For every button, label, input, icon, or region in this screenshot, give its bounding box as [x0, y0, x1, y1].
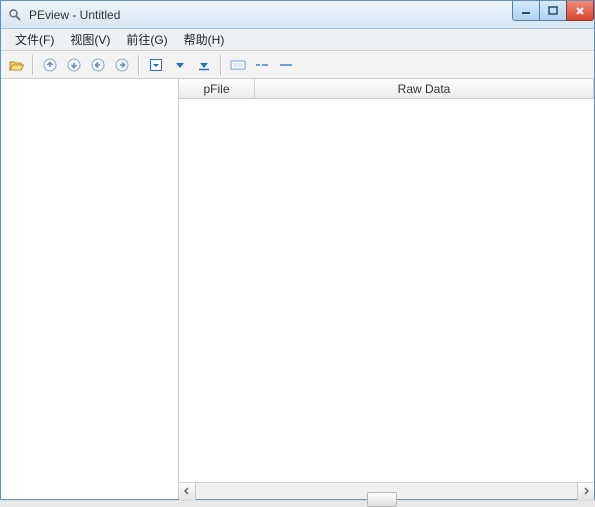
menu-help[interactable]: 帮助(H)	[176, 29, 233, 50]
expand-all-button[interactable]	[193, 54, 215, 76]
nav-back-button[interactable]	[87, 54, 109, 76]
view-bar-icon	[278, 59, 294, 71]
open-button[interactable]	[5, 54, 27, 76]
close-button[interactable]	[566, 1, 594, 21]
window-title: PEview - Untitled	[29, 8, 120, 22]
toolbar-separator	[220, 55, 222, 75]
arrow-down-line-icon	[197, 58, 211, 72]
toolbar	[1, 51, 594, 79]
nav-forward-button[interactable]	[111, 54, 133, 76]
arrow-right-icon	[115, 58, 129, 72]
column-headers: pFile Raw Data	[179, 79, 594, 99]
column-pfile[interactable]: pFile	[179, 79, 255, 98]
collapse-button[interactable]	[145, 54, 167, 76]
view-mode-1-button[interactable]	[227, 54, 249, 76]
horizontal-scrollbar[interactable]	[179, 482, 594, 499]
app-window: PEview - Untitled 文件(F) 视图(V) 前往(G) 帮助(H…	[0, 0, 595, 500]
arrow-down-blue-icon	[173, 58, 187, 72]
titlebar[interactable]: PEview - Untitled	[1, 1, 594, 29]
scroll-right-button[interactable]	[577, 483, 594, 500]
detail-body[interactable]	[179, 99, 594, 482]
expand-button[interactable]	[169, 54, 191, 76]
chevron-left-icon	[183, 487, 191, 495]
toolbar-separator	[138, 55, 140, 75]
arrow-down-icon	[67, 58, 81, 72]
arrow-down-box-icon	[149, 58, 163, 72]
content-area: pFile Raw Data	[1, 79, 594, 499]
menu-file[interactable]: 文件(F)	[7, 29, 62, 50]
view-rect-icon	[230, 59, 246, 71]
minimize-button[interactable]	[512, 1, 540, 21]
view-mode-2-button[interactable]	[251, 54, 273, 76]
menu-view[interactable]: 视图(V)	[62, 29, 118, 50]
maximize-button[interactable]	[539, 1, 567, 21]
window-controls	[513, 1, 594, 21]
view-mode-3-button[interactable]	[275, 54, 297, 76]
detail-pane: pFile Raw Data	[179, 79, 594, 499]
folder-open-icon	[8, 57, 24, 73]
menu-go[interactable]: 前往(G)	[118, 29, 175, 50]
column-rawdata[interactable]: Raw Data	[255, 79, 594, 98]
nav-first-button[interactable]	[39, 54, 61, 76]
menubar: 文件(F) 视图(V) 前往(G) 帮助(H)	[1, 29, 594, 51]
chevron-right-icon	[582, 487, 590, 495]
arrow-up-first-icon	[43, 58, 57, 72]
scroll-left-button[interactable]	[179, 483, 196, 500]
nav-prev-button[interactable]	[63, 54, 85, 76]
tree-pane[interactable]	[1, 79, 179, 499]
view-dash-icon	[254, 59, 270, 71]
toolbar-separator	[32, 55, 34, 75]
arrow-left-icon	[91, 58, 105, 72]
app-icon	[7, 7, 23, 23]
